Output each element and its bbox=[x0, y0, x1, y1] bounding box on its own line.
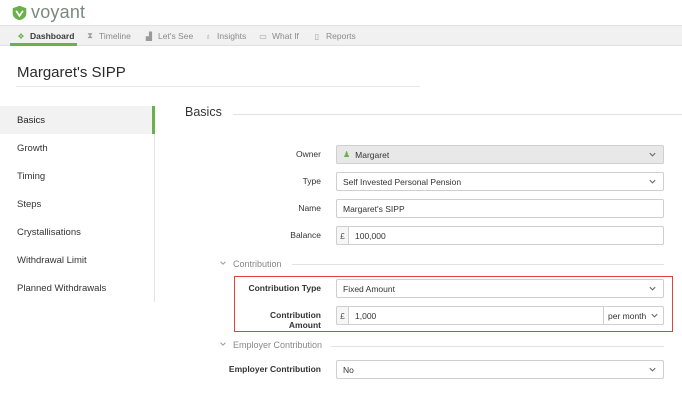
owner-select[interactable]: ♟ Margaret bbox=[336, 145, 664, 164]
contribution-type-label: Contribution Type bbox=[248, 283, 321, 293]
owner-value: Margaret bbox=[355, 149, 390, 160]
voyant-logo[interactable]: voyant bbox=[11, 2, 85, 22]
employer-contribution-select[interactable]: No bbox=[336, 360, 664, 379]
sidebar-item-timing[interactable]: Timing bbox=[0, 162, 154, 190]
main-nav: ❖ Dashboard ⧗ Timeline ▟ Let's See ♁ Ins… bbox=[0, 25, 682, 46]
page-title: Margaret's SIPP bbox=[17, 64, 126, 81]
tab-label: What If bbox=[272, 31, 299, 41]
tab-insights[interactable]: ♁ Insights bbox=[204, 26, 246, 46]
chevron-down-icon bbox=[650, 311, 659, 320]
lightbulb-icon: ♁ bbox=[205, 31, 211, 41]
balance-value: 100,000 bbox=[355, 230, 386, 241]
contribution-amount-input[interactable]: 1,000 bbox=[348, 306, 604, 325]
title-divider bbox=[16, 86, 420, 87]
chevron-down-icon bbox=[648, 284, 657, 293]
name-input[interactable]: Margaret's SIPP bbox=[336, 199, 664, 218]
type-select[interactable]: Self Invested Personal Pension bbox=[336, 172, 664, 191]
contribution-type-value: Fixed Amount bbox=[343, 283, 395, 294]
sidebar-item-planned-withdrawals[interactable]: Planned Withdrawals bbox=[0, 274, 154, 302]
brand-bar: voyant bbox=[0, 0, 682, 25]
tab-label: Let's See bbox=[158, 31, 194, 41]
tab-what-if[interactable]: ▭ What If bbox=[259, 26, 299, 46]
balance-input[interactable]: 100,000 bbox=[348, 226, 664, 245]
section-divider bbox=[233, 114, 682, 115]
employer-contribution-label: Employer Contribution bbox=[228, 364, 321, 374]
contribution-type-select[interactable]: Fixed Amount bbox=[336, 279, 664, 298]
employer-divider bbox=[331, 346, 664, 347]
employer-contribution-toggle[interactable]: Employer Contribution bbox=[219, 340, 322, 350]
contribution-divider bbox=[292, 264, 664, 265]
contribution-amount-value: 1,000 bbox=[355, 310, 377, 321]
balance-label: Balance bbox=[290, 230, 321, 240]
document-icon: ▯ bbox=[314, 31, 320, 41]
book-icon: ▭ bbox=[259, 31, 267, 41]
sidebar-item-label: Timing bbox=[17, 170, 46, 182]
sidebar-item-basics[interactable]: Basics bbox=[0, 106, 155, 134]
chevron-down-icon bbox=[648, 177, 657, 186]
voyant-logo-icon bbox=[12, 5, 27, 20]
contribution-period-select[interactable]: per month bbox=[603, 306, 664, 325]
sidebar-item-label: Steps bbox=[17, 198, 42, 210]
tab-label: Timeline bbox=[99, 31, 131, 41]
employer-group-label: Employer Contribution bbox=[233, 340, 323, 350]
dashboard-icon: ❖ bbox=[17, 31, 25, 41]
name-label: Name bbox=[298, 203, 321, 213]
sidebar-item-label: Crystallisations bbox=[17, 226, 81, 238]
sidebar-item-withdrawal-limit[interactable]: Withdrawal Limit bbox=[0, 246, 154, 274]
hourglass-icon: ⧗ bbox=[87, 31, 93, 40]
owner-label: Owner bbox=[295, 149, 321, 159]
contribution-amount-label: Contribution Amount bbox=[270, 310, 321, 330]
contribution-period-value: per month bbox=[608, 310, 647, 321]
employer-contribution-value: No bbox=[343, 364, 354, 375]
active-tab-indicator bbox=[10, 43, 77, 46]
sidebar-item-growth[interactable]: Growth bbox=[0, 134, 154, 162]
tab-label: Dashboard bbox=[30, 31, 75, 41]
person-icon: ♟ bbox=[343, 150, 351, 159]
bar-chart-icon: ▟ bbox=[145, 31, 153, 41]
contribution-toggle[interactable]: Contribution bbox=[219, 259, 282, 269]
sidebar-item-steps[interactable]: Steps bbox=[0, 190, 154, 218]
section-title: Basics bbox=[185, 105, 222, 119]
sidebar-item-label: Planned Withdrawals bbox=[17, 282, 107, 294]
tab-label: Reports bbox=[326, 31, 356, 41]
chevron-down-icon bbox=[219, 259, 227, 269]
sidebar-item-label: Withdrawal Limit bbox=[17, 254, 87, 266]
name-value: Margaret's SIPP bbox=[343, 203, 405, 214]
tab-reports[interactable]: ▯ Reports bbox=[313, 26, 356, 46]
brand-name: voyant bbox=[31, 2, 86, 22]
type-label: Type bbox=[302, 176, 321, 186]
chevron-down-icon bbox=[648, 150, 657, 159]
contribution-group-label: Contribution bbox=[233, 259, 282, 269]
sidebar-item-label: Growth bbox=[17, 142, 48, 154]
sidebar-item-label: Basics bbox=[17, 114, 45, 126]
sidebar-item-crystallisations[interactable]: Crystallisations bbox=[0, 218, 154, 246]
tab-timeline[interactable]: ⧗ Timeline bbox=[86, 26, 131, 46]
chevron-down-icon bbox=[219, 340, 227, 350]
tab-label: Insights bbox=[217, 31, 247, 41]
type-value: Self Invested Personal Pension bbox=[343, 176, 462, 187]
sidebar: Basics Growth Timing Steps Crystallisati… bbox=[0, 106, 155, 302]
chevron-down-icon bbox=[648, 365, 657, 374]
tab-lets-see[interactable]: ▟ Let's See bbox=[145, 26, 193, 46]
